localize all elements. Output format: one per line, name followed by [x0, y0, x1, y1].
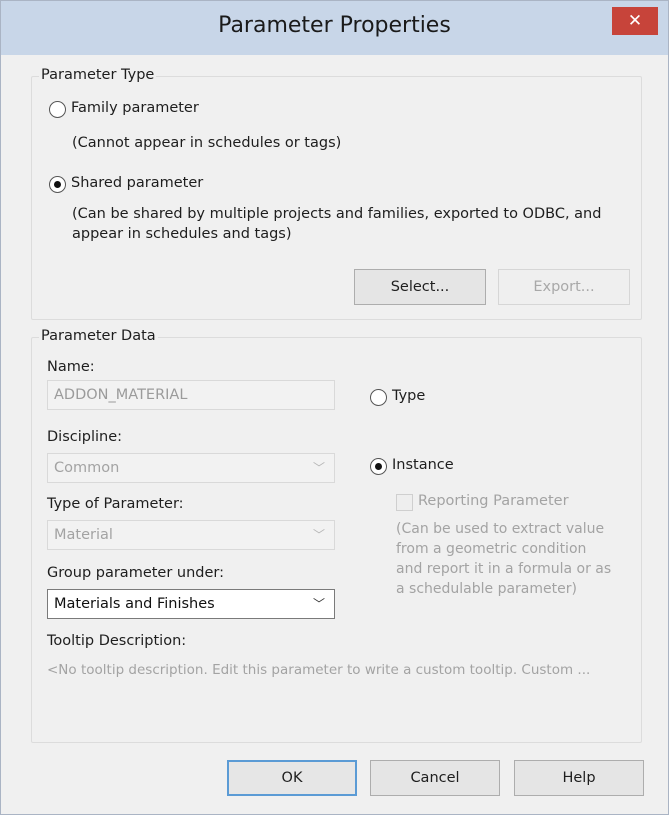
- shared-parameter-note-line1: (Can be shared by multiple projects and …: [72, 206, 602, 222]
- name-label: Name:: [47, 359, 95, 375]
- instance-radio[interactable]: [370, 458, 387, 475]
- family-parameter-label[interactable]: Family parameter: [71, 100, 199, 116]
- family-parameter-note: (Cannot appear in schedules or tags): [72, 135, 342, 151]
- discipline-value: Common: [54, 460, 120, 476]
- cancel-button[interactable]: Cancel: [370, 760, 500, 796]
- type-of-parameter-label: Type of Parameter:: [47, 496, 184, 512]
- dialog-body: Parameter Type Family parameter (Cannot …: [9, 55, 660, 808]
- chevron-down-icon: ﹀: [312, 461, 325, 475]
- close-icon: ✕: [627, 11, 643, 31]
- shared-parameter-label[interactable]: Shared parameter: [71, 175, 203, 191]
- parameter-type-title: Parameter Type: [39, 67, 157, 83]
- ok-button[interactable]: OK: [227, 760, 357, 796]
- reporting-parameter-label[interactable]: Reporting Parameter: [418, 493, 569, 509]
- close-button[interactable]: ✕: [612, 7, 658, 35]
- type-of-parameter-value: Material: [54, 527, 113, 543]
- discipline-label: Discipline:: [47, 429, 123, 445]
- dialog-title: Parameter Properties: [218, 13, 451, 38]
- type-of-parameter-select[interactable]: Material ﹀: [47, 520, 335, 550]
- type-radio-label[interactable]: Type: [392, 388, 425, 404]
- family-parameter-radio[interactable]: [49, 101, 66, 118]
- reporting-note-line2: from a geometric condition: [396, 541, 587, 557]
- chevron-down-icon: ﹀: [312, 528, 325, 542]
- reporting-note-line1: (Can be used to extract value: [396, 521, 605, 537]
- reporting-note-line4: a schedulable parameter): [396, 581, 577, 597]
- parameter-data-title: Parameter Data: [39, 328, 158, 344]
- chevron-down-icon: ﹀: [312, 597, 325, 611]
- tooltip-description-label: Tooltip Description:: [47, 633, 187, 649]
- tooltip-description-value[interactable]: <No tooltip description. Edit this param…: [47, 662, 590, 678]
- select-button[interactable]: Select...: [354, 269, 486, 305]
- parameter-properties-dialog: Parameter Properties ✕ Parameter Type Fa…: [0, 0, 669, 815]
- group-parameter-under-label: Group parameter under:: [47, 565, 225, 581]
- title-bar: Parameter Properties ✕: [1, 1, 668, 55]
- reporting-parameter-checkbox[interactable]: [396, 494, 413, 511]
- group-parameter-under-select[interactable]: Materials and Finishes ﹀: [47, 589, 335, 619]
- name-field[interactable]: ADDON_MATERIAL: [47, 380, 335, 410]
- help-button[interactable]: Help: [514, 760, 644, 796]
- reporting-note-line3: and report it in a formula or as: [396, 561, 612, 577]
- type-radio[interactable]: [370, 389, 387, 406]
- shared-parameter-note-line2: appear in schedules and tags): [72, 226, 292, 242]
- discipline-select[interactable]: Common ﹀: [47, 453, 335, 483]
- group-parameter-under-value: Materials and Finishes: [54, 596, 215, 612]
- instance-radio-label[interactable]: Instance: [392, 457, 454, 473]
- export-button[interactable]: Export...: [498, 269, 630, 305]
- shared-parameter-radio[interactable]: [49, 176, 66, 193]
